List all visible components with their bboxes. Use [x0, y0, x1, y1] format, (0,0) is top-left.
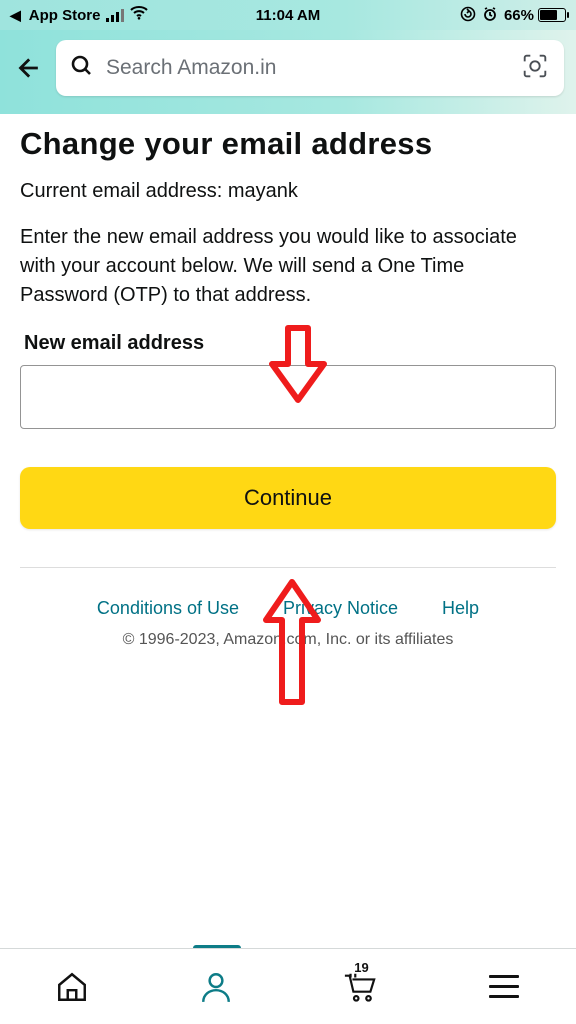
wifi-icon: [130, 6, 148, 24]
camera-lens-icon[interactable]: [520, 51, 550, 86]
tab-home[interactable]: [42, 962, 102, 1012]
orientation-lock-icon: [460, 6, 476, 25]
footer-links: Conditions of Use Privacy Notice Help: [20, 598, 556, 619]
hamburger-icon: [489, 975, 519, 998]
tab-account[interactable]: [186, 962, 246, 1012]
search-input[interactable]: [106, 56, 520, 80]
tab-cart[interactable]: 19: [330, 962, 390, 1012]
cellular-signal-icon: [106, 8, 124, 22]
back-to-app-label[interactable]: App Store: [29, 7, 101, 24]
search-icon: [70, 54, 94, 83]
footer-link-help[interactable]: Help: [442, 598, 479, 619]
battery-percent: 66%: [504, 7, 534, 24]
search-box[interactable]: [56, 40, 564, 96]
footer-link-privacy[interactable]: Privacy Notice: [283, 598, 398, 619]
back-button[interactable]: [12, 53, 42, 83]
battery-icon: [538, 8, 566, 22]
new-email-label: New email address: [20, 332, 556, 355]
new-email-input[interactable]: [20, 365, 556, 429]
divider: [20, 567, 556, 568]
bottom-tab-bar: 19: [0, 948, 576, 1024]
continue-button[interactable]: Continue: [20, 467, 556, 529]
current-email-line: Current email address: mayank: [20, 180, 556, 203]
page-title: Change your email address: [20, 126, 556, 162]
footer-link-conditions[interactable]: Conditions of Use: [97, 598, 239, 619]
alarm-icon: [482, 6, 498, 25]
instructions-text: Enter the new email address you would li…: [20, 223, 556, 310]
back-to-app-caret-icon[interactable]: ◀: [10, 7, 21, 24]
cart-count-badge: 19: [354, 960, 368, 975]
main-content: Change your email address Current email …: [0, 114, 576, 1024]
tab-menu[interactable]: [474, 962, 534, 1012]
app-header: [0, 30, 576, 114]
copyright-text: © 1996-2023, Amazon.com, Inc. or its aff…: [20, 631, 556, 649]
status-bar: ◀ App Store 11:04 AM 66%: [0, 0, 576, 30]
